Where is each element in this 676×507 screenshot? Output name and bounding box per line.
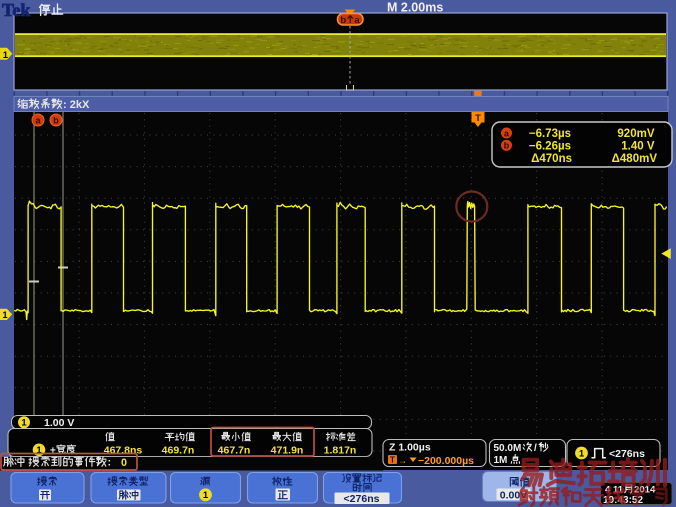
svg-text:1.00 V: 1.00 V	[44, 417, 74, 429]
svg-text:469.7n: 469.7n	[162, 445, 195, 457]
svg-text:−200.000µs: −200.000µs	[418, 455, 474, 467]
svg-text:50.0M: 50.0M	[494, 443, 522, 454]
svg-text:b: b	[53, 115, 59, 125]
svg-text:1.817n: 1.817n	[324, 445, 357, 457]
svg-text:Tek: Tek	[2, 0, 30, 20]
svg-text:T: T	[475, 113, 481, 124]
svg-text:1: 1	[2, 310, 7, 320]
svg-text:Z 1.00µs: Z 1.00µs	[389, 442, 431, 454]
svg-text:a: a	[354, 15, 360, 26]
svg-text:920mV: 920mV	[617, 128, 654, 140]
svg-text:1: 1	[36, 445, 42, 456]
svg-text:b: b	[340, 15, 346, 26]
svg-text:+: +	[50, 445, 56, 456]
svg-text:/: /	[534, 443, 537, 454]
svg-text:1: 1	[21, 418, 27, 429]
svg-text:Δ470ns: Δ470ns	[531, 153, 572, 165]
svg-text:0: 0	[121, 457, 127, 469]
svg-text:M 2.00ms: M 2.00ms	[387, 1, 443, 15]
svg-text:1: 1	[3, 50, 9, 61]
svg-text:: 2kX: : 2kX	[63, 99, 90, 111]
svg-text:b: b	[504, 141, 510, 151]
svg-text:<276ns: <276ns	[344, 493, 380, 505]
svg-text:1: 1	[579, 448, 585, 459]
svg-text:T: T	[390, 456, 395, 465]
svg-text:1: 1	[203, 490, 209, 501]
svg-text:→: →	[398, 456, 407, 466]
svg-text:−6.73µs: −6.73µs	[529, 128, 571, 140]
svg-text:Δ480mV: Δ480mV	[612, 153, 658, 165]
svg-text::: :	[108, 456, 112, 468]
svg-text:467.7n: 467.7n	[218, 445, 251, 457]
svg-text:1M: 1M	[494, 455, 508, 466]
svg-text:−6.26µs: −6.26µs	[529, 140, 571, 152]
svg-text:1.40 V: 1.40 V	[621, 140, 655, 152]
svg-text:471.9n: 471.9n	[271, 445, 304, 457]
